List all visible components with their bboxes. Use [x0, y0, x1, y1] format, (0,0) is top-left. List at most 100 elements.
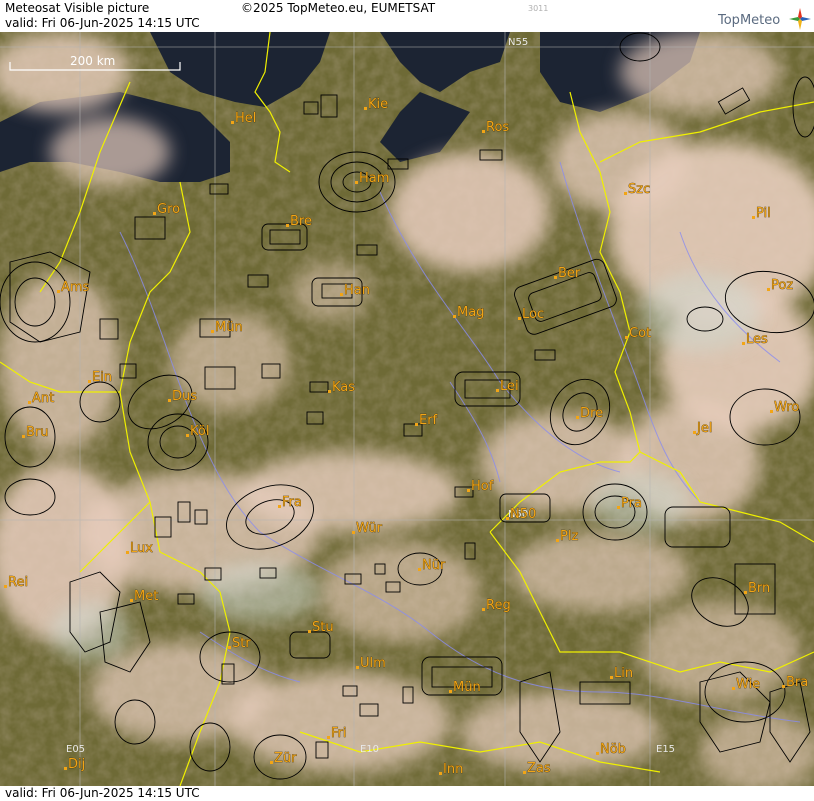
city-label: Mün: [453, 680, 481, 695]
image-code: 3011: [528, 4, 549, 13]
city-label: Kie: [368, 97, 388, 112]
city-marker: [308, 630, 311, 633]
city-marker: [228, 646, 231, 649]
city-label: Lin: [614, 666, 633, 681]
footer-bar: valid: Fri 06-Jun-2025 14:15 UTC: [0, 786, 814, 801]
city-label: Mag: [457, 305, 484, 320]
city-label: Les: [746, 332, 768, 347]
city-label: Szc: [628, 182, 650, 197]
city-marker: [352, 531, 355, 534]
topmeteo-logo: TopMeteo: [718, 8, 812, 30]
city-marker: [742, 342, 745, 345]
city-marker: [270, 761, 273, 764]
city-marker: [356, 666, 359, 669]
city-label: Bru: [26, 425, 49, 440]
city-label: Jel: [696, 421, 712, 436]
city-marker: [327, 736, 330, 739]
city-marker: [28, 401, 31, 404]
grid-label: E15: [656, 744, 675, 755]
city-label: Dij: [68, 757, 85, 772]
city-label: Hof: [471, 479, 494, 494]
city-label: Inn: [443, 762, 463, 777]
city-marker: [624, 192, 627, 195]
city-label: Kas: [332, 380, 355, 395]
city-label: Cot: [629, 326, 651, 341]
city-label: Poz: [771, 278, 793, 293]
scale-bar-label: 200 km: [70, 54, 115, 68]
city-label: Loc: [522, 307, 544, 322]
city-label: Hel: [235, 111, 256, 126]
city-label: Zür: [274, 751, 297, 766]
city-label: Ams: [61, 280, 90, 295]
city-marker: [449, 690, 452, 693]
city-label: Brn: [748, 581, 770, 596]
city-label: Zas: [527, 761, 551, 776]
city-marker: [153, 212, 156, 215]
city-marker: [596, 752, 599, 755]
city-marker: [126, 551, 129, 554]
city-label: Han: [344, 283, 370, 298]
city-marker: [130, 599, 133, 602]
city-marker: [278, 505, 281, 508]
city-marker: [610, 676, 613, 679]
product-title: Meteosat Visible picture: [5, 1, 150, 15]
city-label: Wro: [774, 400, 799, 415]
city-marker: [168, 399, 171, 402]
city-label: Ein: [92, 370, 112, 385]
city-label: Fri: [331, 726, 347, 741]
city-label: Rei: [8, 575, 28, 590]
city-label: Nür: [422, 558, 446, 573]
city-marker: [453, 315, 456, 318]
city-marker: [186, 434, 189, 437]
city-label: Fra: [282, 495, 302, 510]
city-marker: [496, 389, 499, 392]
city-label: Nöb: [600, 742, 626, 757]
city-marker: [693, 431, 696, 434]
grid-label: E10: [360, 744, 379, 755]
city-marker: [340, 293, 343, 296]
city-marker: [770, 410, 773, 413]
city-marker: [767, 288, 770, 291]
city-label: Str: [232, 636, 251, 651]
footer-valid-time: valid: Fri 06-Jun-2025 14:15 UTC: [5, 786, 200, 800]
city-marker: [88, 380, 91, 383]
city-marker: [554, 276, 557, 279]
city-marker: [64, 767, 67, 770]
city-marker: [4, 585, 7, 588]
header-bar: Meteosat Visible picture ©2025 TopMeteo.…: [0, 0, 814, 32]
city-marker: [556, 539, 559, 542]
city-label: Lei: [500, 379, 519, 394]
city-marker: [732, 687, 735, 690]
city-marker: [782, 685, 785, 688]
city-label: Bra: [786, 675, 808, 690]
city-label: Ber: [558, 266, 581, 281]
city-marker: [482, 608, 485, 611]
city-label: Gro: [157, 202, 180, 217]
map-viewer: Meteosat Visible picture ©2025 TopMeteo.…: [0, 0, 814, 801]
city-label: Pra: [621, 496, 642, 511]
compass-star-icon: [789, 8, 811, 30]
city-marker: [355, 181, 358, 184]
city-marker: [418, 568, 421, 571]
city-label: Köl: [190, 424, 209, 439]
city-marker: [752, 216, 755, 219]
city-marker: [518, 317, 521, 320]
city-marker: [467, 489, 470, 492]
city-marker: [211, 330, 214, 333]
city-label: N50: [510, 507, 536, 522]
city-marker: [625, 336, 628, 339]
city-label: Plz: [560, 529, 578, 544]
city-marker: [576, 416, 579, 419]
city-marker: [22, 435, 25, 438]
city-marker: [231, 121, 234, 124]
city-marker: [617, 506, 620, 509]
city-label: Wie: [736, 677, 760, 692]
city-label: Bre: [290, 214, 312, 229]
city-label: Lux: [130, 541, 153, 556]
city-label: Pil: [756, 206, 771, 221]
city-label: Stu: [312, 620, 334, 635]
city-marker: [286, 224, 289, 227]
city-label: Ham: [359, 171, 389, 186]
city-marker: [364, 107, 367, 110]
city-marker: [482, 130, 485, 133]
